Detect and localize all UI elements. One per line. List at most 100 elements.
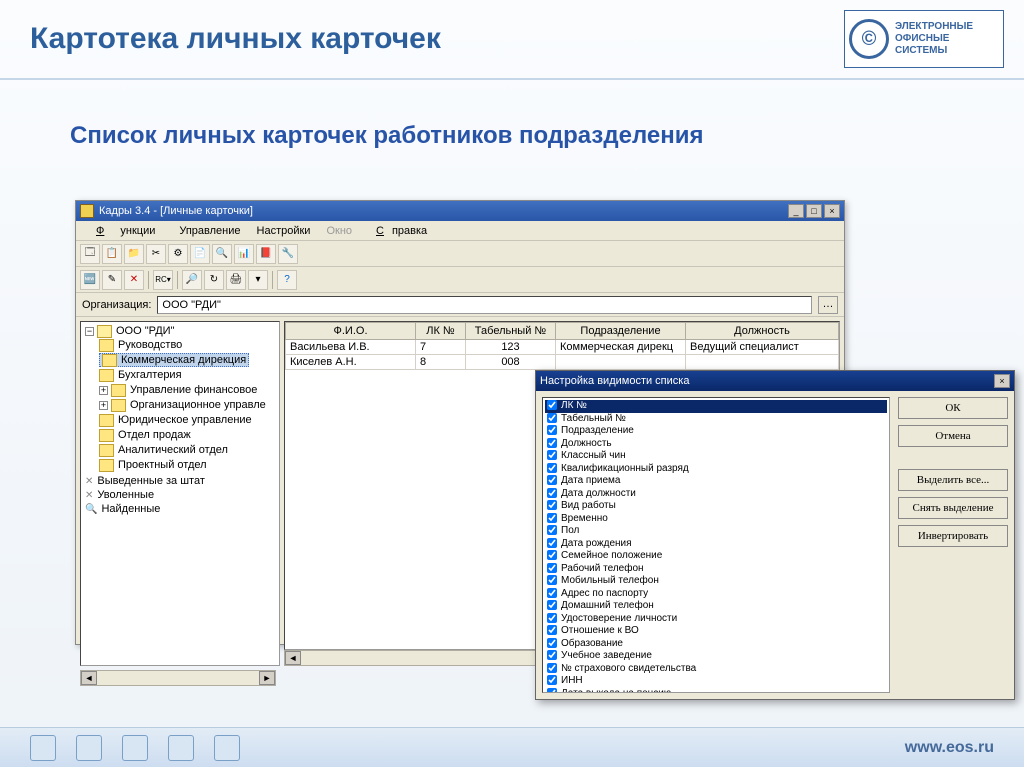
checklist-checkbox[interactable] xyxy=(547,475,557,485)
checklist-checkbox[interactable] xyxy=(547,675,557,685)
tree-root[interactable]: ООО "РДИ" xyxy=(97,325,175,337)
tree-item-0[interactable]: Руководство xyxy=(99,339,182,351)
toolbar-btn-3[interactable]: 📁 xyxy=(124,244,144,264)
visibility-checklist[interactable]: ЛК №Табельный №ПодразделениеДолжностьКла… xyxy=(542,397,890,693)
col-tab[interactable]: Табельный № xyxy=(466,323,556,340)
checklist-checkbox[interactable] xyxy=(547,638,557,648)
org-browse-button[interactable]: … xyxy=(818,296,838,314)
tree-item-4[interactable]: Организационное управле xyxy=(111,399,266,411)
tree-item-1[interactable]: Коммерческая дирекция xyxy=(99,353,249,367)
checklist-checkbox[interactable] xyxy=(547,500,557,510)
checklist-item[interactable]: Классный чин xyxy=(545,450,887,463)
checklist-item[interactable]: Подразделение xyxy=(545,425,887,438)
select-all-button[interactable]: Выделить все... xyxy=(898,469,1008,491)
checklist-item[interactable]: Пол xyxy=(545,525,887,538)
checklist-item[interactable]: Мобильный телефон xyxy=(545,575,887,588)
checklist-item[interactable]: Табельный № xyxy=(545,413,887,426)
checklist-checkbox[interactable] xyxy=(547,550,557,560)
checklist-item[interactable]: Адрес по паспорту xyxy=(545,588,887,601)
tb2-find[interactable]: 🔎 xyxy=(182,270,202,290)
dialog-close-button[interactable]: × xyxy=(994,374,1010,388)
checklist-item[interactable]: Отношение к ВО xyxy=(545,625,887,638)
tb2-help[interactable]: ? xyxy=(277,270,297,290)
checklist-item[interactable]: № страхового свидетельства xyxy=(545,663,887,676)
checklist-checkbox[interactable] xyxy=(547,600,557,610)
checklist-item[interactable]: Дата рождения xyxy=(545,538,887,551)
tb2-refresh[interactable]: ↻ xyxy=(204,270,224,290)
checklist-item[interactable]: Дата выхода на пенсию xyxy=(545,688,887,694)
minimize-button[interactable]: _ xyxy=(788,204,804,218)
table-row[interactable]: Киселев А.Н. 8 008 xyxy=(286,355,839,370)
checklist-item[interactable]: Рабочий телефон xyxy=(545,563,887,576)
toolbar-btn-10[interactable]: 🔧 xyxy=(278,244,298,264)
tree-item-3[interactable]: Управление финансовое xyxy=(111,384,257,396)
tree-found[interactable]: Найденные xyxy=(101,503,160,515)
tree-scroll-right-icon[interactable]: ► xyxy=(259,671,275,685)
checklist-checkbox[interactable] xyxy=(547,563,557,573)
tb2-delete[interactable]: ✕ xyxy=(124,270,144,290)
checklist-item[interactable]: ЛК № xyxy=(545,400,887,413)
tree-hscroll[interactable]: ◄ ► xyxy=(80,670,276,686)
checklist-checkbox[interactable] xyxy=(547,513,557,523)
toolbar-btn-6[interactable]: 📄 xyxy=(190,244,210,264)
checklist-item[interactable]: Дата должности xyxy=(545,488,887,501)
checklist-checkbox[interactable] xyxy=(547,538,557,548)
deselect-button[interactable]: Снять выделение xyxy=(898,497,1008,519)
tree-item-6[interactable]: Отдел продаж xyxy=(99,429,191,441)
tree-panel[interactable]: −ООО "РДИ" Руководство Коммерческая дире… xyxy=(80,321,280,666)
checklist-item[interactable]: Образование xyxy=(545,638,887,651)
menu-functions[interactable]: Функции xyxy=(80,223,171,239)
tb2-dd[interactable]: ▾ xyxy=(248,270,268,290)
tb2-new[interactable]: 🆕 xyxy=(80,270,100,290)
tree-item-7[interactable]: Аналитический отдел xyxy=(99,444,228,456)
tree-item-5[interactable]: Юридическое управление xyxy=(99,414,252,426)
cancel-button[interactable]: Отмена xyxy=(898,425,1008,447)
ok-button[interactable]: ОК xyxy=(898,397,1008,419)
menu-settings[interactable]: Настройки xyxy=(249,223,319,239)
checklist-checkbox[interactable] xyxy=(547,400,557,410)
tb2-rc[interactable]: RC▾ xyxy=(153,270,173,290)
checklist-item[interactable]: Домашний телефон xyxy=(545,600,887,613)
checklist-item[interactable]: ИНН xyxy=(545,675,887,688)
checklist-item[interactable]: Временно xyxy=(545,513,887,526)
checklist-item[interactable]: Семейное положение xyxy=(545,550,887,563)
menu-help[interactable]: Справка xyxy=(360,223,435,239)
toolbar-btn-1[interactable]: 🗔 xyxy=(80,244,100,264)
checklist-item[interactable]: Квалификационный разряд xyxy=(545,463,887,476)
invert-button[interactable]: Инвертировать xyxy=(898,525,1008,547)
close-button[interactable]: × xyxy=(824,204,840,218)
col-lk[interactable]: ЛК № xyxy=(416,323,466,340)
scroll-left-icon[interactable]: ◄ xyxy=(285,651,301,665)
checklist-checkbox[interactable] xyxy=(547,575,557,585)
col-dept[interactable]: Подразделение xyxy=(556,323,686,340)
maximize-button[interactable]: □ xyxy=(806,204,822,218)
checklist-item[interactable]: Дата приема xyxy=(545,475,887,488)
menu-window[interactable]: Окно xyxy=(318,223,360,239)
checklist-item[interactable]: Удостоверение личности xyxy=(545,613,887,626)
tree-item-8[interactable]: Проектный отдел xyxy=(99,459,207,471)
checklist-checkbox[interactable] xyxy=(547,413,557,423)
checklist-checkbox[interactable] xyxy=(547,438,557,448)
org-input[interactable] xyxy=(157,296,812,314)
checklist-checkbox[interactable] xyxy=(547,625,557,635)
tree-out-of-staff[interactable]: Выведенные за штат xyxy=(97,475,204,487)
checklist-item[interactable]: Должность xyxy=(545,438,887,451)
tree-scroll-left-icon[interactable]: ◄ xyxy=(81,671,97,685)
tb2-print[interactable]: 🖨 xyxy=(226,270,246,290)
checklist-checkbox[interactable] xyxy=(547,663,557,673)
toolbar-btn-5[interactable]: ⚙ xyxy=(168,244,188,264)
checklist-checkbox[interactable] xyxy=(547,650,557,660)
tree-fired[interactable]: Уволенные xyxy=(97,489,154,501)
checklist-item[interactable]: Вид работы xyxy=(545,500,887,513)
window-titlebar[interactable]: Кадры 3.4 - [Личные карточки] _ □ × xyxy=(76,201,844,221)
tb2-edit[interactable]: ✎ xyxy=(102,270,122,290)
toolbar-btn-2[interactable]: 📋 xyxy=(102,244,122,264)
checklist-checkbox[interactable] xyxy=(547,688,557,693)
checklist-checkbox[interactable] xyxy=(547,488,557,498)
checklist-checkbox[interactable] xyxy=(547,425,557,435)
checklist-checkbox[interactable] xyxy=(547,450,557,460)
checklist-checkbox[interactable] xyxy=(547,613,557,623)
table-row[interactable]: Васильева И.В. 7 123 Коммерческая дирекц… xyxy=(286,340,839,355)
toolbar-btn-4[interactable]: ✂ xyxy=(146,244,166,264)
toolbar-btn-8[interactable]: 📊 xyxy=(234,244,254,264)
